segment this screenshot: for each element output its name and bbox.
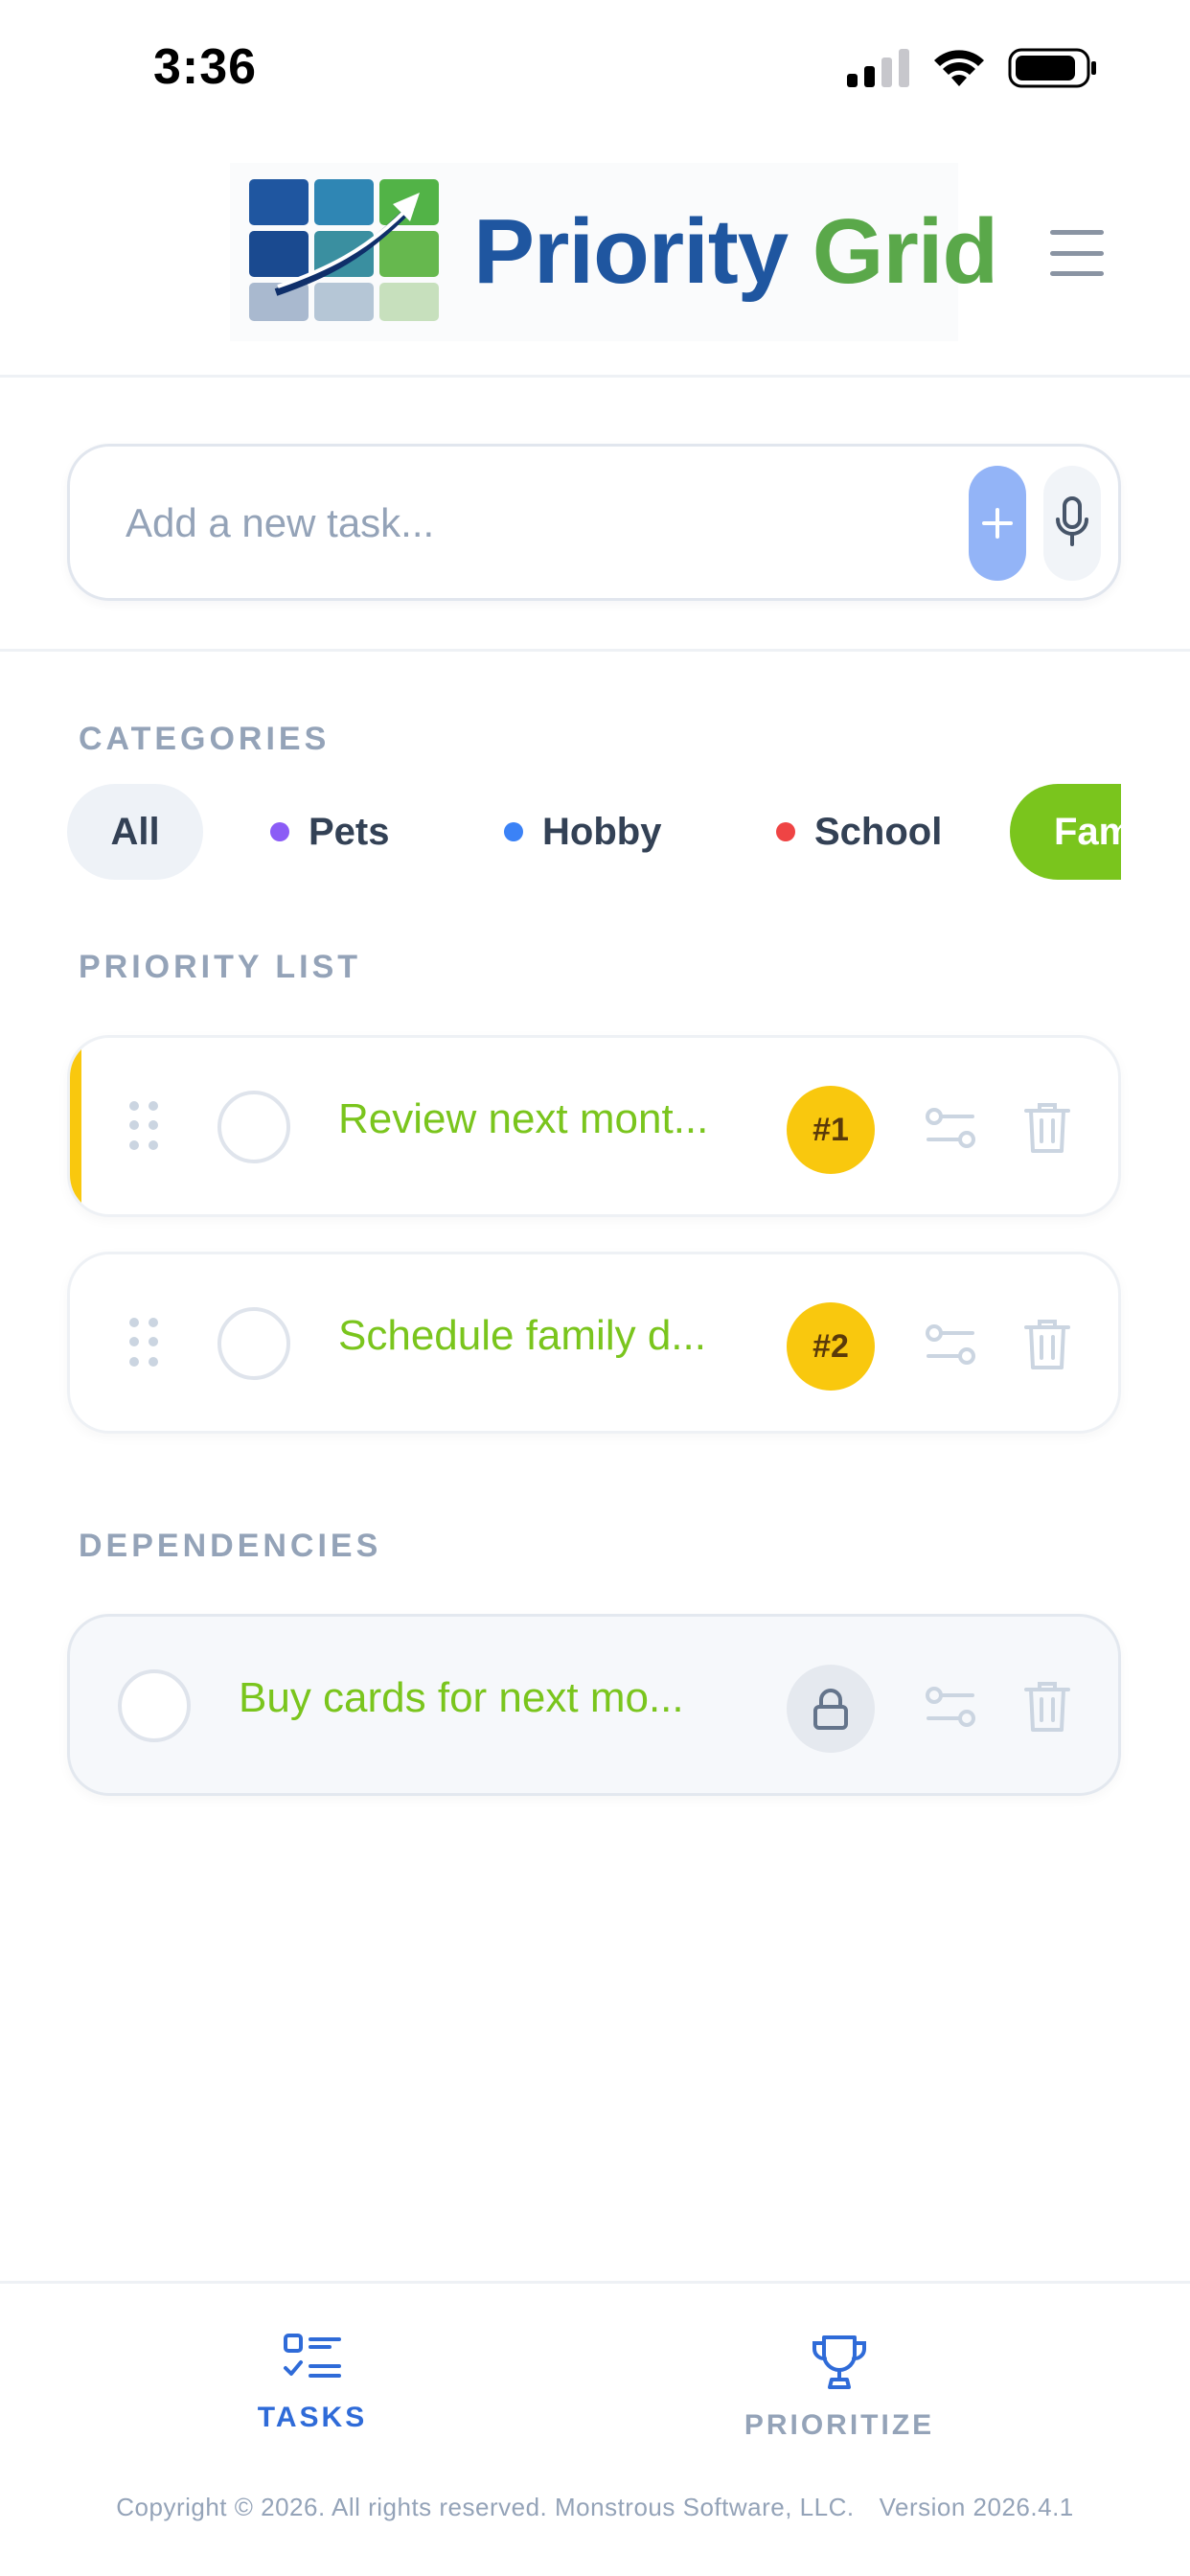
chip-label: Hobby — [542, 810, 662, 853]
bottom-navigation: TASKS PRIORITIZE Copyright © 2026. All r… — [0, 2281, 1190, 2576]
category-chip-school[interactable]: School — [776, 784, 942, 880]
category-chip-hobby[interactable]: Hobby — [504, 784, 661, 880]
dependencies-heading: DEPENDENCIES — [79, 1528, 382, 1564]
add-task-button[interactable] — [969, 466, 1026, 581]
delete-task-icon[interactable] — [1024, 1318, 1070, 1371]
voice-input-button[interactable] — [1043, 466, 1101, 581]
category-chip-pets[interactable]: Pets — [270, 784, 390, 880]
chip-label: Fam — [1054, 810, 1121, 853]
new-task-input[interactable] — [126, 485, 911, 562]
hamburger-menu-icon[interactable] — [1050, 230, 1104, 276]
battery-icon — [1008, 48, 1096, 88]
tab-tasks[interactable]: TASKS — [217, 2332, 408, 2434]
category-chip-all[interactable]: All — [67, 784, 203, 880]
delete-task-icon[interactable] — [1024, 1101, 1070, 1155]
grid-logo-icon — [249, 179, 441, 325]
trophy-icon — [812, 2335, 867, 2389]
logo-text: Priority Grid — [473, 199, 998, 305]
dependency-task-card[interactable]: Buy cards for next mo... — [67, 1614, 1121, 1796]
task-complete-checkbox[interactable] — [217, 1091, 290, 1163]
task-title[interactable]: Buy cards for next mo... — [239, 1674, 684, 1722]
task-settings-icon[interactable] — [925, 1684, 976, 1732]
task-complete-checkbox[interactable] — [217, 1307, 290, 1380]
task-complete-checkbox[interactable] — [118, 1669, 191, 1742]
add-task-bar — [67, 444, 1121, 601]
chip-label: Pets — [309, 810, 390, 853]
status-time: 3:36 — [153, 39, 258, 95]
priority-task-card[interactable]: Review next mont... #1 — [67, 1035, 1121, 1217]
status-bar: 3:36 — [0, 0, 1190, 144]
school-color-dot — [776, 822, 795, 841]
status-icons — [847, 48, 1098, 88]
tab-prioritize[interactable]: PRIORITIZE — [744, 2332, 935, 2442]
pets-color-dot — [270, 822, 289, 841]
copyright-text: Copyright © 2026. All rights reserved. M… — [116, 2493, 855, 2521]
footer: Copyright © 2026. All rights reserved. M… — [0, 2493, 1190, 2522]
version-text: Version 2026.4.1 — [879, 2493, 1074, 2521]
task-settings-icon[interactable] — [925, 1105, 976, 1153]
priority-task-card[interactable]: Schedule family d... #2 — [67, 1252, 1121, 1434]
logo-word-priority: Priority — [473, 200, 789, 303]
priority-list-heading: PRIORITY LIST — [79, 949, 362, 985]
plus-icon — [982, 508, 1013, 539]
categories-heading: CATEGORIES — [79, 721, 331, 757]
lock-icon — [813, 1689, 848, 1730]
add-task-section — [0, 380, 1190, 652]
delete-task-icon[interactable] — [1024, 1680, 1070, 1734]
drag-handle-icon[interactable] — [129, 1101, 158, 1153]
rank-badge: #2 — [787, 1302, 875, 1391]
tab-tasks-label: TASKS — [257, 2402, 368, 2433]
logo-word-grid: Grid — [812, 200, 998, 303]
category-chips: All Pets Hobby School Fam — [67, 784, 1121, 880]
task-settings-icon[interactable] — [925, 1322, 976, 1369]
wifi-icon — [934, 50, 984, 86]
drag-handle-icon[interactable] — [129, 1318, 158, 1369]
priority-accent-bar — [70, 1038, 81, 1214]
microphone-icon — [1056, 496, 1088, 546]
locked-badge — [787, 1665, 875, 1753]
task-list-icon — [284, 2334, 341, 2378]
chip-label: School — [814, 810, 943, 853]
app-header: Priority Grid — [0, 144, 1190, 378]
signal-icon — [847, 49, 909, 87]
rank-badge: #1 — [787, 1086, 875, 1174]
hobby-color-dot — [504, 822, 523, 841]
tab-prioritize-label: PRIORITIZE — [744, 2409, 935, 2441]
task-title[interactable]: Schedule family d... — [338, 1312, 706, 1360]
task-title[interactable]: Review next mont... — [338, 1095, 708, 1143]
chip-label: All — [110, 810, 160, 853]
app-logo: Priority Grid — [230, 163, 998, 341]
category-chip-family[interactable]: Fam — [1010, 784, 1121, 880]
